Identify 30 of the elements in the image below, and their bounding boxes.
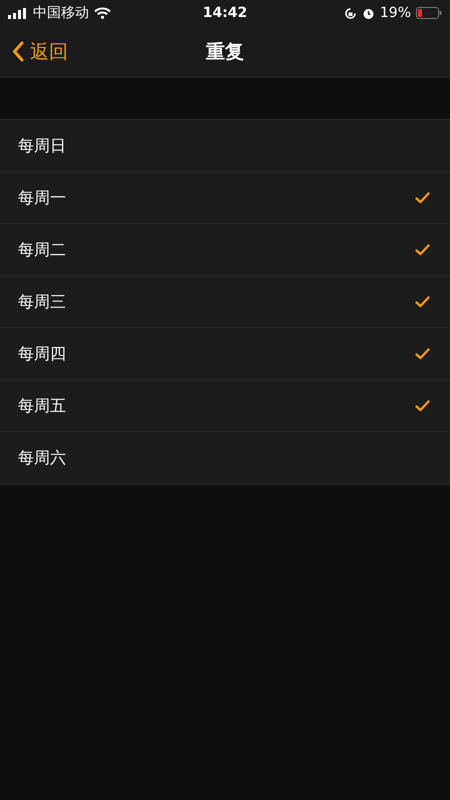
day-label: 每周一	[18, 188, 66, 208]
day-label: 每周五	[18, 396, 66, 416]
day-label: 每周三	[18, 292, 66, 312]
back-button[interactable]: 返回	[0, 38, 68, 64]
day-row[interactable]: 每周四	[0, 328, 450, 380]
chevron-icon	[12, 41, 24, 62]
status-time: 14:42	[202, 5, 248, 21]
checkmark-icon	[415, 400, 430, 412]
battery-percent: 19%	[380, 5, 411, 21]
page-title: 重复	[206, 40, 244, 64]
day-label: 每周二	[18, 240, 66, 260]
day-row[interactable]: 每周五	[0, 380, 450, 432]
rotation-lock-icon	[344, 6, 357, 20]
checkmark-icon	[415, 348, 430, 360]
day-row[interactable]: 每周二	[0, 224, 450, 276]
alarm-icon	[362, 6, 375, 20]
signal-icon	[8, 8, 28, 18]
checkmark-icon	[415, 244, 430, 256]
wifi-icon	[94, 7, 111, 19]
day-row[interactable]: 每周日	[0, 120, 450, 172]
day-row[interactable]: 每周一	[0, 172, 450, 224]
day-label: 每周六	[18, 448, 66, 468]
day-row[interactable]: 每周三	[0, 276, 450, 328]
day-label: 每周日	[18, 136, 66, 156]
checkmark-icon	[415, 296, 430, 308]
checkmark-icon	[415, 192, 430, 204]
day-row[interactable]: 每周六	[0, 432, 450, 484]
carrier-name: 中国移动	[33, 4, 89, 22]
day-label: 每周四	[18, 344, 66, 364]
battery-icon	[416, 7, 442, 19]
